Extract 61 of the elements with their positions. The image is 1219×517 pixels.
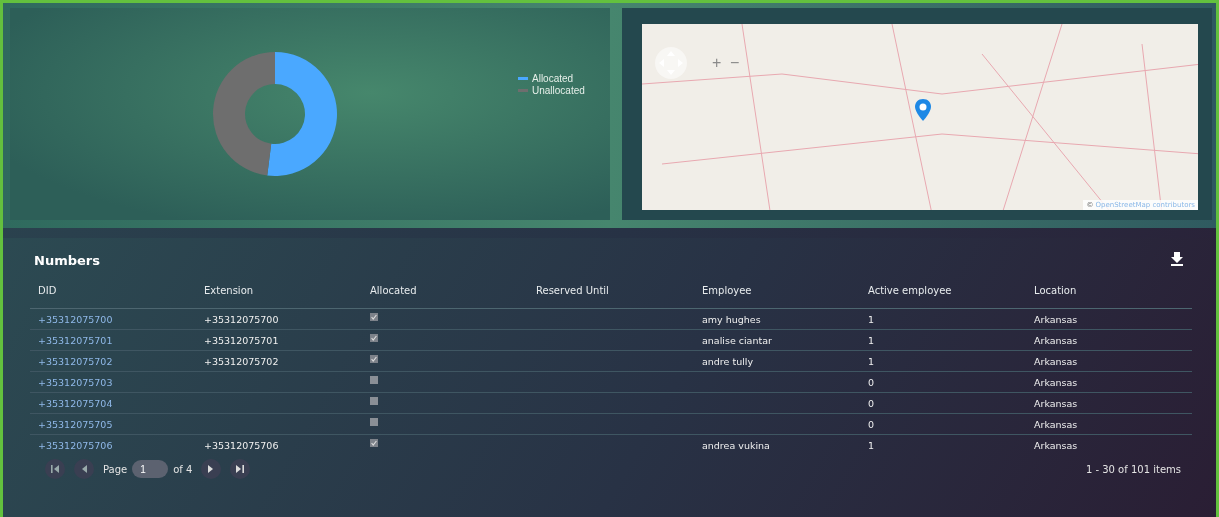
did-link[interactable]: +35312075706 (38, 440, 113, 451)
active-count: 1 (868, 334, 875, 346)
did-link[interactable]: +35312075703 (38, 376, 113, 388)
extension-number: +35312075700 (204, 313, 279, 325)
last-page-button[interactable] (230, 459, 251, 479)
active-count: 1 (868, 355, 875, 367)
section-title: Numbers (34, 253, 100, 268)
skip-forward-icon (236, 465, 245, 473)
column-header[interactable]: Extension (196, 281, 362, 309)
items-summary: 1 - 30 of 101 items (1085, 463, 1181, 475)
page-input[interactable]: 1 (132, 460, 169, 478)
did-link[interactable]: +35312075705 (38, 418, 113, 430)
checkbox[interactable] (370, 312, 378, 321)
active-count: 1 (868, 440, 875, 451)
did-link[interactable]: +35312075700 (38, 313, 113, 325)
zoom-out-button[interactable]: − (728, 54, 742, 72)
legend-label: Allocated (532, 72, 574, 84)
location-text: Arkansas (1034, 313, 1078, 325)
skip-back-icon (51, 465, 59, 473)
location-text: Arkansas (1034, 418, 1078, 430)
active-count: 0 (868, 418, 875, 430)
column-header[interactable]: Reserved Until (528, 281, 694, 309)
checkbox[interactable] (370, 396, 378, 405)
column-header[interactable]: DID (30, 281, 196, 309)
next-page-button[interactable] (201, 459, 222, 479)
checkbox[interactable] (370, 375, 378, 384)
employee-name: analise ciantar (702, 334, 772, 346)
did-link[interactable]: +35312075704 (38, 397, 113, 409)
did-link[interactable]: +35312075702 (38, 355, 113, 367)
download-icon (1171, 252, 1183, 266)
active-count: 1 (868, 313, 875, 325)
page-count: of 4 (173, 463, 193, 475)
location-text: Arkansas (1034, 397, 1078, 409)
checkbox[interactable] (370, 417, 378, 426)
checkbox[interactable] (370, 354, 378, 363)
location-text: Arkansas (1034, 334, 1078, 346)
column-header[interactable]: Active employee (860, 281, 1026, 309)
did-link[interactable]: +35312075701 (38, 334, 113, 346)
location-text: Arkansas (1034, 440, 1078, 451)
checkbox[interactable] (370, 333, 378, 342)
triangle-left-icon (80, 465, 88, 473)
zoom-in-button[interactable]: + (710, 54, 724, 72)
employee-name: andrea vukina (702, 440, 770, 451)
location-pin-icon (914, 98, 932, 122)
previous-page-button[interactable] (74, 459, 94, 479)
employee-name: andre tully (702, 355, 754, 367)
column-header[interactable]: Location (1026, 281, 1192, 309)
extension-number: +35312075702 (204, 355, 279, 367)
employee-name: amy hughes (702, 313, 761, 325)
active-count: 0 (868, 376, 875, 388)
location-text: Arkansas (1034, 376, 1078, 388)
extension-number: +35312075701 (204, 334, 279, 346)
legend-label: Unallocated (532, 84, 585, 96)
column-header[interactable]: Allocated (362, 281, 528, 309)
checkbox[interactable] (370, 439, 378, 447)
extension-number: +35312075706 (204, 440, 279, 451)
column-header[interactable]: Employee (694, 281, 860, 309)
page-label: Page (103, 463, 128, 475)
first-page-button[interactable] (45, 459, 65, 479)
active-count: 0 (868, 397, 875, 409)
location-text: Arkansas (1034, 355, 1078, 367)
